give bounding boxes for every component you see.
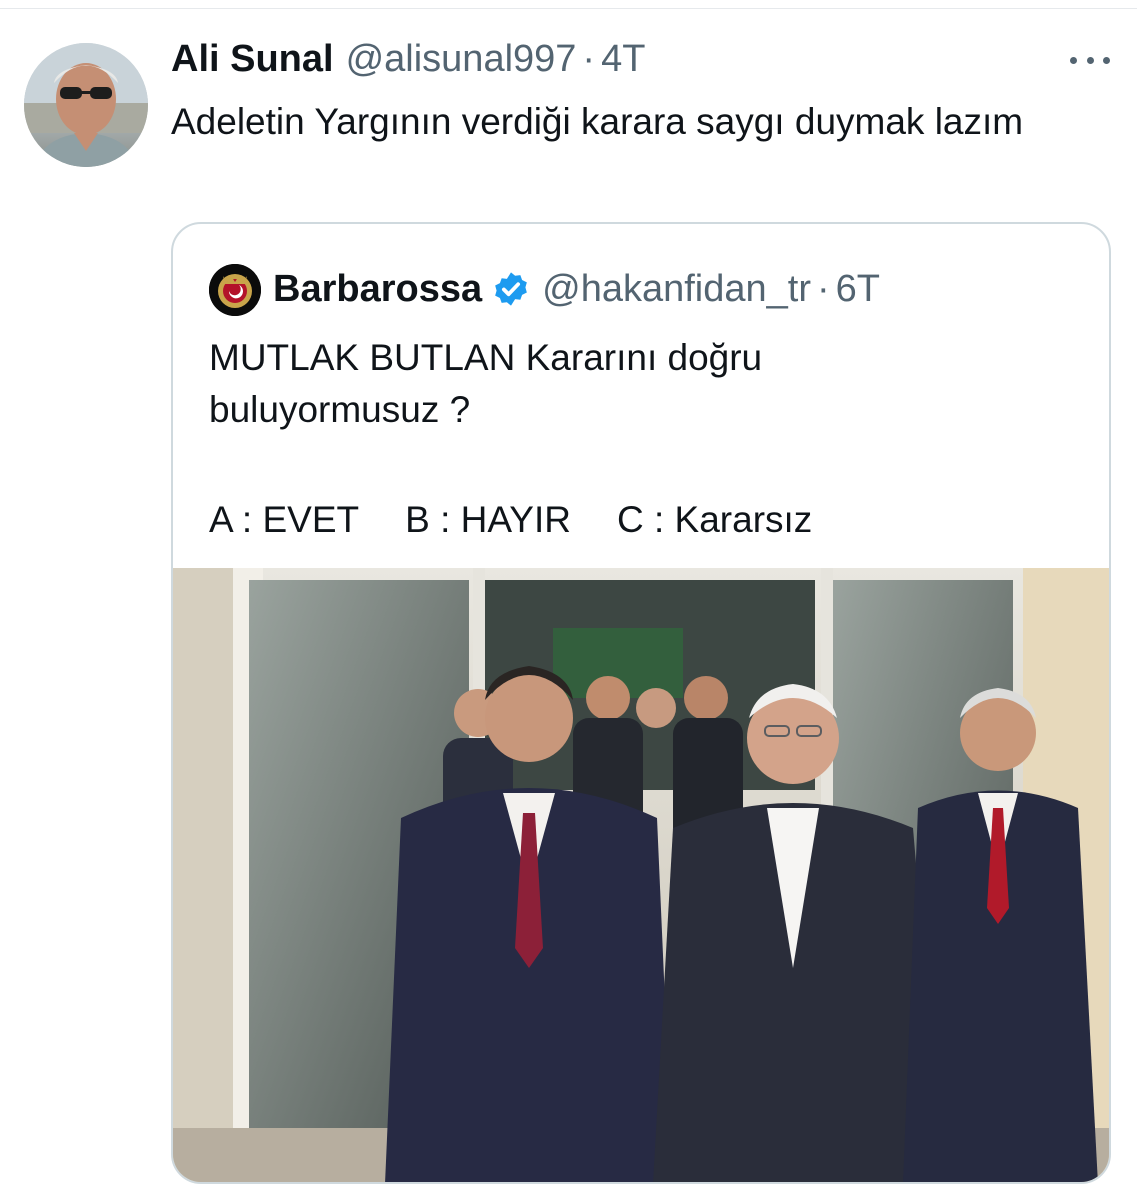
quoted-tweet[interactable]: Barbarossa @hakanfidan_tr · 6T MUTLAK BU…: [171, 222, 1111, 1184]
tweet-timestamp[interactable]: 4T: [601, 38, 645, 81]
user-avatar-photo-icon: [24, 43, 148, 167]
tweet-text: Adeletin Yargının verdiği karara saygı d…: [171, 101, 1024, 142]
quoted-author-avatar[interactable]: [209, 264, 261, 316]
photo-of-politicians-walking-icon: [173, 568, 1109, 1182]
quoted-tweet-header: Barbarossa @hakanfidan_tr · 6T: [273, 264, 880, 314]
quoted-text-line: buluyormusuz ?: [209, 389, 471, 430]
option-c: C : Kararsız: [616, 499, 813, 540]
quoted-tweet-text: MUTLAK BUTLAN Kararını doğru buluyormusu…: [209, 332, 1079, 436]
quoted-author-handle[interactable]: @hakanfidan_tr: [542, 268, 811, 311]
verified-badge-icon: [492, 270, 530, 308]
more-dot: [1070, 56, 1077, 64]
quoted-tweet-photo[interactable]: [173, 568, 1109, 1182]
author-handle[interactable]: @alisunal997: [346, 38, 577, 81]
poll-options-text: A : EVET B : HAYIR C : Kararsız: [209, 494, 858, 546]
quoted-text-line: MUTLAK BUTLAN Kararını doğru: [209, 337, 763, 378]
tweet[interactable]: Ali Sunal @alisunal997 · 4T Adeletin Yar…: [0, 0, 1137, 1200]
quoted-tweet-timestamp[interactable]: 6T: [836, 268, 880, 311]
separator-dot: ·: [582, 38, 596, 80]
separator-dot: ·: [816, 267, 830, 310]
author-name[interactable]: Ali Sunal: [171, 38, 334, 81]
quoted-author-name[interactable]: Barbarossa: [273, 268, 482, 311]
more-options-icon[interactable]: [1070, 50, 1110, 70]
author-avatar[interactable]: [24, 43, 148, 167]
more-dot: [1103, 56, 1110, 64]
option-a: A : EVET: [209, 499, 360, 540]
tweet-header: Ali Sunal @alisunal997 · 4T: [171, 38, 645, 84]
emblem-icon: [209, 264, 261, 316]
more-dot: [1086, 56, 1094, 64]
option-b: B : HAYIR: [405, 499, 571, 540]
